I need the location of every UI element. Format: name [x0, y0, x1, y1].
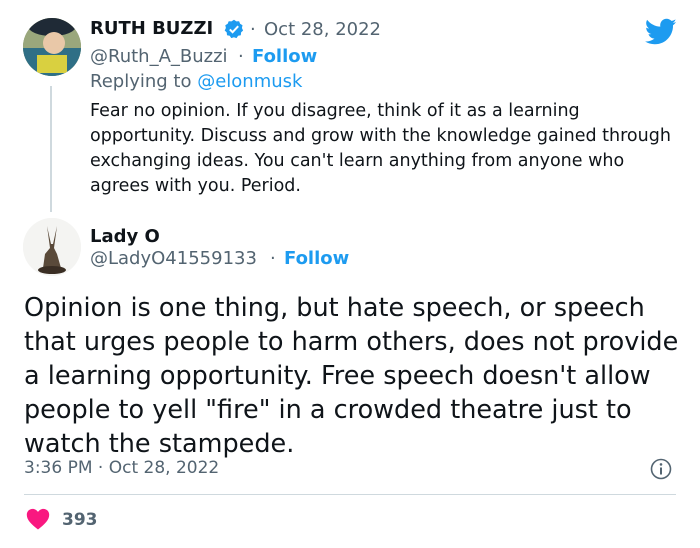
- main-author-name[interactable]: Lady O: [90, 225, 160, 249]
- main-handle[interactable]: @LadyO41559133: [90, 247, 257, 271]
- main-follow-button[interactable]: Follow: [284, 247, 349, 271]
- divider: [24, 494, 676, 495]
- thread-connector-line: [50, 86, 52, 212]
- replying-to-handle-link[interactable]: @elonmusk: [197, 71, 302, 92]
- tweet-timestamp[interactable]: 3:36 PM · Oct 28, 2022: [24, 457, 219, 479]
- reply-handle-separator: ·: [238, 46, 244, 67]
- main-handle-separator: ·: [270, 248, 276, 269]
- reply-follow-button[interactable]: Follow: [252, 45, 317, 69]
- main-tweet-text: Opinion is one thing, but hate speech, o…: [24, 293, 679, 459]
- reply-handle[interactable]: @Ruth_A_Buzzi: [90, 45, 228, 69]
- avatar-image: [23, 218, 81, 276]
- like-count[interactable]: 393: [62, 509, 98, 531]
- replying-to-prefix: Replying to: [90, 71, 192, 92]
- reply-date[interactable]: Oct 28, 2022: [264, 18, 381, 42]
- avatar-image: [23, 18, 81, 76]
- timestamp-separator: ·: [97, 458, 109, 478]
- info-icon[interactable]: [650, 458, 672, 480]
- replying-to-label: Replying to @elonmusk: [90, 70, 302, 94]
- avatar[interactable]: [23, 18, 81, 76]
- reply-author-name[interactable]: RUTH BUZZI: [90, 17, 213, 41]
- reply-date-separator: ·: [250, 19, 256, 40]
- reply-tweet-text: Fear no opinion. If you disagree, think …: [90, 101, 671, 196]
- verified-badge-icon: [224, 19, 244, 39]
- heart-icon[interactable]: [26, 508, 50, 530]
- avatar[interactable]: [23, 218, 81, 276]
- tweet-time: 3:36 PM: [24, 458, 93, 478]
- twitter-logo-icon[interactable]: [645, 18, 677, 46]
- tweet-date: Oct 28, 2022: [108, 458, 220, 478]
